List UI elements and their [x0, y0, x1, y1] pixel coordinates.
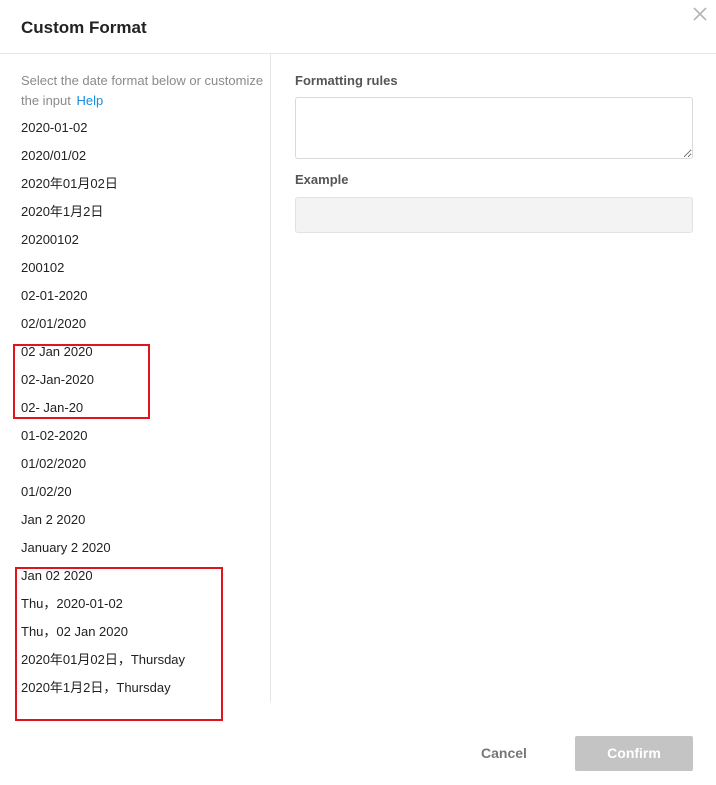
format-option[interactable]: Thu，2020-01-02 — [21, 590, 261, 618]
custom-format-dialog: Custom Format Select the date format bel… — [0, 0, 716, 785]
format-list-panel: Select the date format below or customiz… — [0, 54, 271, 702]
formatting-rules-input[interactable] — [295, 97, 693, 159]
format-hint: Select the date format below or customiz… — [21, 71, 266, 111]
format-option[interactable]: 2020年01月02日 — [21, 170, 261, 198]
example-preview-box — [295, 197, 693, 233]
format-option[interactable]: 200102 — [21, 254, 261, 282]
format-hint-text: Select the date format below or customiz… — [21, 73, 264, 108]
format-option[interactable]: 02 Jan 2020 — [21, 338, 261, 366]
date-format-list: 2020-01-02 2020/01/02 2020年01月02日 2020年1… — [21, 114, 261, 702]
format-option[interactable]: 2020年1月2日 — [21, 198, 261, 226]
format-option[interactable]: 02- Jan-20 — [21, 394, 261, 422]
format-option[interactable]: Jan 2 2020 — [21, 506, 261, 534]
format-option[interactable]: 01/02/2020 — [21, 450, 261, 478]
format-option[interactable]: 02-01-2020 — [21, 282, 261, 310]
format-option[interactable]: 02/01/2020 — [21, 310, 261, 338]
format-option[interactable]: 20200102 — [21, 226, 261, 254]
format-option[interactable]: 02-Jan-2020 — [21, 366, 261, 394]
format-option[interactable]: 2020年01月02日，Thursday — [21, 646, 261, 674]
help-link[interactable]: Help — [77, 93, 104, 108]
formatting-rules-label: Formatting rules — [295, 73, 398, 88]
confirm-button[interactable]: Confirm — [575, 736, 693, 771]
dialog-title: Custom Format — [21, 18, 147, 37]
format-option[interactable]: 2020-01-02 — [21, 114, 261, 142]
format-option[interactable]: 2020年1月2日，Thursday — [21, 674, 261, 702]
close-icon[interactable] — [690, 4, 710, 24]
format-option[interactable]: Jan 02 2020 — [21, 562, 261, 590]
cancel-button[interactable]: Cancel — [464, 736, 544, 771]
format-option[interactable]: Thu，02 Jan 2020 — [21, 618, 261, 646]
format-option[interactable]: 01/02/20 — [21, 478, 261, 506]
format-option[interactable]: 01-02-2020 — [21, 422, 261, 450]
format-option[interactable]: January 2 2020 — [21, 534, 261, 562]
example-label: Example — [295, 172, 349, 187]
format-option[interactable]: 2020/01/02 — [21, 142, 261, 170]
